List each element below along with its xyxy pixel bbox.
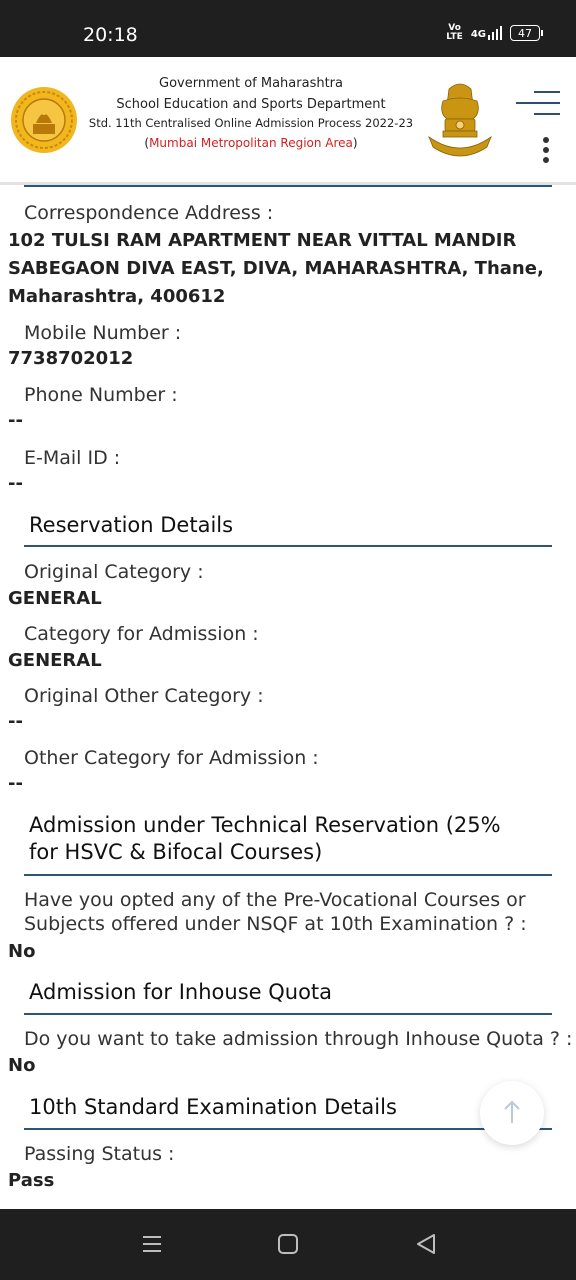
hamburger-icon[interactable] [516, 91, 560, 121]
correspondence-address-line-1: 102 TULSI RAM APARTMENT NEAR VITTAL MAND… [8, 230, 517, 251]
phone-number-value: -- [8, 410, 23, 431]
inhouse-quota-question: Do you want to take admission through In… [24, 1028, 573, 1050]
correspondence-address-line-3: Maharashtra, 400612 [8, 286, 226, 307]
section-divider [24, 874, 552, 876]
nsqf-answer: No [8, 941, 36, 962]
other-category-admission-label: Other Category for Admission : [24, 747, 319, 769]
screen: 20:18 Vo LTE 4G 47 Government of Maharas… [0, 0, 576, 1280]
status-bar: 20:18 Vo LTE 4G 47 [0, 0, 576, 57]
email-id-label: E-Mail ID : [24, 447, 121, 469]
correspondence-address-label: Correspondence Address : [24, 202, 274, 224]
department-title: School Education and Sports Department [116, 97, 386, 112]
tenth-exam-details-title: 10th Standard Examination Details [29, 1095, 397, 1119]
section-divider [24, 1128, 552, 1130]
nsqf-question-line-1: Have you opted any of the Pre-Vocational… [24, 889, 526, 911]
back-icon[interactable] [415, 1233, 437, 1255]
status-time: 20:18 [83, 24, 138, 46]
email-id-value: -- [8, 473, 23, 494]
original-category-value: GENERAL [8, 588, 102, 609]
national-emblem-icon [428, 83, 492, 157]
battery-icon: 47 [510, 25, 543, 41]
government-title: Government of Maharashtra [159, 76, 343, 91]
nsqf-question-line-2: Subjects offered under NSQF at 10th Exam… [24, 913, 527, 935]
technical-reservation-title-line-2: for HSVC & Bifocal Courses) [29, 840, 323, 864]
signal-icon: 4G [471, 26, 502, 40]
mobile-number-value: 7738702012 [8, 348, 134, 369]
admission-category-value: GENERAL [8, 650, 102, 671]
maharashtra-seal-icon [11, 87, 77, 153]
status-icons: Vo LTE 4G 47 [446, 23, 543, 42]
reservation-details-title: Reservation Details [29, 513, 234, 537]
inhouse-quota-title: Admission for Inhouse Quota [29, 980, 333, 1004]
admission-category-label: Category for Admission : [24, 623, 259, 645]
recent-apps-icon[interactable] [141, 1233, 163, 1255]
phone-number-label: Phone Number : [24, 384, 178, 406]
technical-reservation-title-line-1: Admission under Technical Reservation (2… [29, 813, 501, 837]
region-title: (Mumbai Metropolitan Region Area) [144, 136, 358, 150]
process-title: Std. 11th Centralised Online Admission P… [88, 116, 414, 130]
section-divider [24, 545, 552, 547]
region-name: Mumbai Metropolitan Region Area [149, 136, 353, 150]
battery-level: 47 [518, 26, 532, 40]
volte-icon: Vo LTE [446, 23, 463, 42]
original-other-category-value: -- [8, 711, 23, 732]
network-type: 4G [470, 29, 486, 40]
arrow-up-icon [504, 1100, 520, 1123]
original-other-category-label: Original Other Category : [24, 685, 264, 707]
site-header: Government of Maharashtra School Educati… [0, 57, 576, 185]
mobile-number-label: Mobile Number : [24, 322, 182, 344]
original-category-label: Original Category : [24, 561, 204, 583]
home-icon[interactable] [277, 1233, 299, 1255]
other-category-admission-value: -- [8, 773, 23, 794]
kebab-icon[interactable] [543, 137, 551, 163]
system-nav-bar [0, 1209, 576, 1280]
section-divider [24, 185, 552, 187]
passing-status-value: Pass [8, 1170, 55, 1191]
header-titles: Government of Maharashtra School Educati… [82, 76, 420, 150]
inhouse-quota-answer: No [8, 1055, 36, 1076]
correspondence-address-line-2: SABEGAON DIVA EAST, DIVA, MAHARASHTRA, T… [8, 258, 544, 279]
passing-status-label: Passing Status : [24, 1143, 175, 1165]
section-divider [24, 1013, 552, 1015]
application-details: Correspondence Address : 102 TULSI RAM A… [0, 185, 576, 1209]
scroll-to-top-button[interactable] [480, 1081, 544, 1145]
